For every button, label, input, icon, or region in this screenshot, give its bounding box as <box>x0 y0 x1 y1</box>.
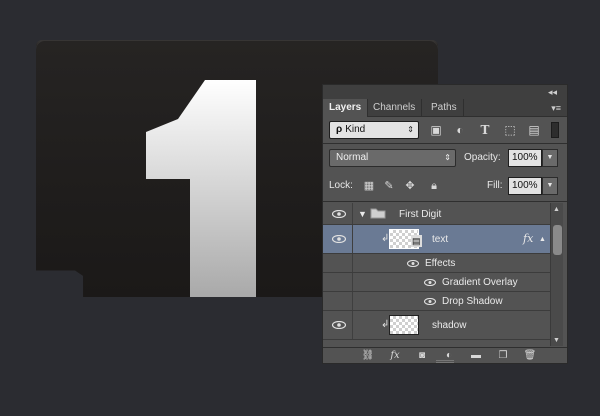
tab-paths[interactable]: Paths <box>425 99 464 117</box>
visibility-column <box>323 203 353 224</box>
new-group-icon[interactable]: ▬ <box>468 349 484 363</box>
layer-thumbnail[interactable] <box>389 315 419 335</box>
panel-bottom-toolbar: ⛓ fx ◙ ◐ ▬ ❐ 🗑︎ <box>323 347 567 363</box>
effect-row-gradient-overlay[interactable]: Gradient Overlay <box>323 273 550 292</box>
layers-panel: ◂◂ Layers Channels Paths ▾≡ ρ Kind ⇕ ▣ ◐ … <box>322 84 568 364</box>
opacity-label: Opacity: <box>464 152 501 163</box>
layer-name: text <box>432 234 449 245</box>
smart-object-badge-icon: ▤ <box>411 235 422 247</box>
updown-arrows-icon: ⇕ <box>407 125 414 134</box>
filter-kind-label: Kind <box>345 124 366 135</box>
new-layer-icon[interactable]: ❐ <box>495 349 511 363</box>
tab-channels[interactable]: Channels <box>367 99 423 117</box>
lock-label: Lock: <box>329 180 353 191</box>
lock-transparent-pixels-icon[interactable]: ▦ <box>361 177 377 195</box>
eye-icon[interactable] <box>332 321 346 329</box>
divider <box>323 143 567 144</box>
collapse-panel-icon[interactable]: ◂◂ <box>548 86 557 98</box>
visibility-column <box>323 225 353 253</box>
blend-mode-select[interactable]: Normal ⇕ <box>329 149 456 167</box>
panel-title-bar[interactable]: ◂◂ <box>323 85 567 99</box>
opacity-dropdown-button[interactable]: ▼ <box>542 149 558 167</box>
layer-row-text[interactable]: ↲ ▤ text fx ▲ <box>323 225 550 254</box>
effect-row-drop-shadow[interactable]: Drop Shadow <box>323 292 550 311</box>
pixel-filter-icon[interactable]: ▣ <box>427 121 445 139</box>
visibility-column <box>323 311 353 339</box>
lock-position-icon[interactable]: ✥ <box>402 177 418 195</box>
delete-layer-icon[interactable]: 🗑︎ <box>522 349 538 363</box>
scroll-up-icon[interactable]: ▲ <box>553 206 560 213</box>
add-mask-icon[interactable]: ◙ <box>414 349 430 363</box>
resize-grip[interactable] <box>436 360 454 363</box>
folder-icon <box>370 207 386 223</box>
effects-row[interactable]: Effects <box>323 254 550 273</box>
type-filter-icon[interactable]: T <box>476 121 494 139</box>
filter-kind-select[interactable]: ρ Kind ⇕ <box>329 121 419 139</box>
fill-dropdown-button[interactable]: ▼ <box>542 177 558 195</box>
layers-list: ▼ First Digit ↲ ▤ text fx ▲ Effects Grad… <box>323 203 550 346</box>
layer-group-row[interactable]: ▼ First Digit <box>323 203 550 225</box>
layer-name: shadow <box>432 320 467 331</box>
eye-icon[interactable] <box>332 235 346 243</box>
scrollbar-thumb[interactable] <box>553 225 562 255</box>
updown-arrows-icon: ⇕ <box>444 153 451 162</box>
layer-name: First Digit <box>399 209 442 220</box>
tab-layers[interactable]: Layers <box>323 99 369 117</box>
layer-row-shadow[interactable]: ↲ shadow <box>323 311 550 340</box>
effect-name: Drop Shadow <box>442 296 503 307</box>
visibility-column <box>323 292 353 310</box>
effect-name: Gradient Overlay <box>442 277 518 288</box>
shape-filter-icon[interactable]: ⬚ <box>501 121 519 139</box>
smart-object-filter-icon[interactable]: ▤ <box>525 121 543 139</box>
eye-icon[interactable] <box>424 279 438 287</box>
fx-indicator-icon[interactable]: fx <box>523 232 533 245</box>
fill-label: Fill: <box>487 180 503 191</box>
divider <box>323 201 567 202</box>
lock-all-icon[interactable]: 🔒︎ <box>426 177 442 195</box>
search-icon: ρ <box>336 124 343 135</box>
scroll-down-icon[interactable]: ▼ <box>553 337 560 344</box>
eye-icon[interactable] <box>424 298 438 306</box>
filter-toggle-switch[interactable] <box>551 122 559 138</box>
effects-label: Effects <box>425 258 456 269</box>
visibility-column <box>323 273 353 291</box>
collapse-effects-icon[interactable]: ▲ <box>539 234 546 246</box>
lock-row: Lock: ▦ ✎ ✥ 🔒︎ Fill: 100% ▼ <box>323 177 567 195</box>
link-layers-icon[interactable]: ⛓ <box>360 349 376 363</box>
panel-menu-icon[interactable]: ▾≡ <box>551 102 561 114</box>
opacity-input[interactable]: 100% <box>508 149 542 167</box>
lock-image-pixels-icon[interactable]: ✎ <box>381 177 397 195</box>
add-layer-style-icon[interactable]: fx <box>387 349 403 363</box>
visibility-column <box>323 254 353 272</box>
panel-tabs: Layers Channels Paths ▾≡ <box>323 99 567 117</box>
group-expand-icon[interactable]: ▼ <box>358 208 367 220</box>
adjustment-filter-icon[interactable]: ◐ <box>451 121 469 139</box>
blend-mode-value: Normal <box>336 152 369 163</box>
layers-scrollbar[interactable]: ▲ ▼ <box>550 203 563 346</box>
fill-input[interactable]: 100% <box>508 177 542 195</box>
eye-icon[interactable] <box>332 210 346 218</box>
eye-icon[interactable] <box>407 260 421 268</box>
